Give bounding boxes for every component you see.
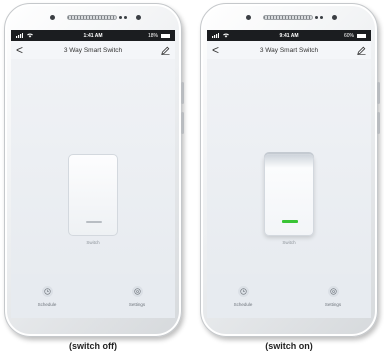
status-bar: 9:41 AM 60% bbox=[207, 30, 371, 41]
back-arrow-icon[interactable]: < bbox=[212, 44, 219, 56]
status-bar: 1:41 AM 18% bbox=[11, 30, 175, 41]
nav-bar: < 3 Way Smart Switch bbox=[11, 41, 175, 59]
bottom-toolbar: Schedule Settings bbox=[11, 274, 175, 318]
settings-label: Settings bbox=[324, 302, 342, 307]
schedule-label: Schedule bbox=[233, 302, 253, 307]
phone-switch-off: 1:41 AM 18% < 3 Way Smart Switch Switch … bbox=[4, 3, 184, 337]
nav-bar: < 3 Way Smart Switch bbox=[207, 41, 371, 59]
settings-gear-icon bbox=[327, 286, 339, 297]
app-screen: 1:41 AM 18% < 3 Way Smart Switch Switch … bbox=[11, 30, 175, 318]
switch-label: Switch bbox=[282, 240, 296, 245]
power-button bbox=[181, 112, 184, 134]
battery-percent: 18% bbox=[147, 32, 158, 39]
switch-toggle[interactable] bbox=[264, 154, 314, 236]
schedule-clock-icon bbox=[237, 286, 249, 297]
settings-label: Settings bbox=[128, 302, 146, 307]
page-title: 3 Way Smart Switch bbox=[259, 46, 319, 54]
sensor-dots bbox=[119, 15, 129, 20]
switch-toggle[interactable] bbox=[68, 154, 118, 236]
battery-icon bbox=[357, 33, 366, 38]
edit-pencil-icon[interactable] bbox=[357, 46, 366, 55]
sensor-dots bbox=[315, 15, 325, 20]
phone-switch-on: 9:41 AM 60% < 3 Way Smart Switch Switch … bbox=[200, 3, 380, 337]
schedule-clock-icon bbox=[41, 286, 53, 297]
speaker-grille bbox=[263, 15, 313, 20]
power-button bbox=[377, 112, 380, 134]
battery-icon bbox=[161, 33, 170, 38]
app-screen: 9:41 AM 60% < 3 Way Smart Switch Switch … bbox=[207, 30, 371, 318]
schedule-label: Schedule bbox=[37, 302, 57, 307]
speaker-grille bbox=[67, 15, 117, 20]
switch-label: Switch bbox=[86, 240, 100, 245]
caption-switch-on: (switch on) bbox=[265, 341, 313, 351]
schedule-button[interactable]: Schedule bbox=[223, 286, 263, 307]
volume-button bbox=[377, 82, 380, 104]
settings-gear-icon bbox=[131, 286, 143, 297]
front-camera-icon bbox=[332, 15, 337, 20]
battery-percent: 60% bbox=[343, 32, 354, 39]
switch-indicator-off bbox=[86, 221, 102, 223]
edit-pencil-icon[interactable] bbox=[161, 46, 170, 55]
camera-icon bbox=[50, 15, 55, 20]
bottom-toolbar: Schedule Settings bbox=[207, 274, 371, 318]
camera-icon bbox=[246, 15, 251, 20]
caption-switch-off: (switch off) bbox=[69, 341, 117, 351]
settings-button[interactable]: Settings bbox=[313, 286, 353, 307]
page-title: 3 Way Smart Switch bbox=[63, 46, 123, 54]
switch-indicator-on bbox=[282, 220, 298, 223]
schedule-button[interactable]: Schedule bbox=[27, 286, 67, 307]
volume-button bbox=[181, 82, 184, 104]
settings-button[interactable]: Settings bbox=[117, 286, 157, 307]
front-camera-icon bbox=[136, 15, 141, 20]
back-arrow-icon[interactable]: < bbox=[16, 44, 23, 56]
